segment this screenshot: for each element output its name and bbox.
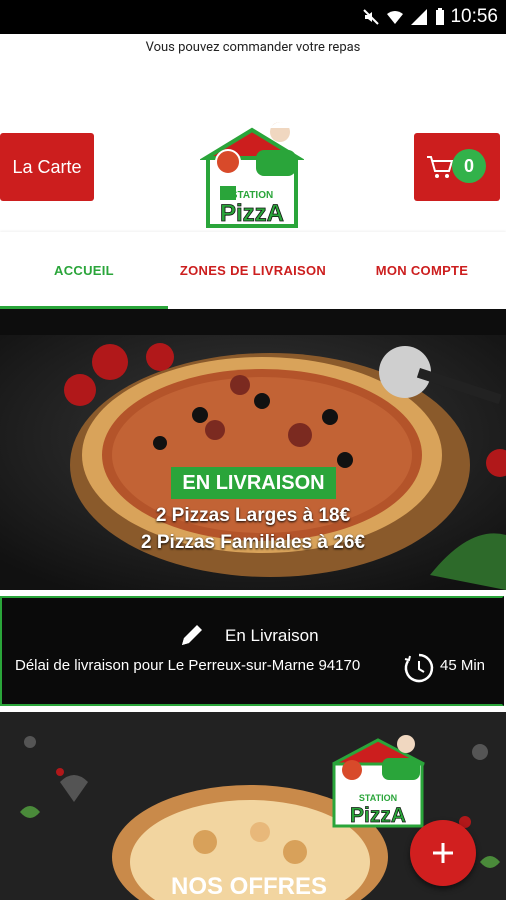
signal-icon bbox=[411, 9, 427, 25]
delivery-mode-title: En Livraison bbox=[225, 626, 319, 645]
cart-count-badge: 0 bbox=[452, 149, 486, 183]
cart-icon bbox=[427, 156, 454, 178]
status-bar: 10:56 bbox=[0, 0, 506, 34]
logo-pizza-text: PizzA bbox=[220, 200, 284, 227]
station-pizza-logo: STATION PizzA bbox=[198, 118, 306, 230]
banner-top-strip bbox=[0, 309, 506, 335]
delivery-promo-pill: EN LIVRAISON bbox=[171, 467, 336, 499]
offers-title: NOS OFFRES bbox=[171, 873, 328, 900]
status-icons bbox=[362, 8, 446, 26]
offers-logo-pizza-text: PizzA bbox=[350, 804, 406, 827]
wifi-icon bbox=[387, 11, 403, 24]
add-fab-button[interactable] bbox=[410, 820, 476, 886]
offers-logo-station-text: STATION bbox=[359, 793, 397, 803]
menu-card-button[interactable]: La Carte bbox=[0, 133, 94, 201]
tab-mon-compte[interactable]: MON COMPTE bbox=[338, 232, 506, 308]
clock: 10:56 bbox=[450, 6, 498, 27]
delivery-duration: 45 Min bbox=[440, 657, 486, 674]
promo-line-family: 2 Pizzas Familiales à 26€ bbox=[141, 532, 365, 553]
delivery-info-panel[interactable] bbox=[0, 596, 504, 706]
tab-accueil[interactable]: ACCUEIL bbox=[0, 232, 168, 308]
promo-line-large: 2 Pizzas Larges à 18€ bbox=[155, 505, 351, 526]
timer-icon bbox=[404, 653, 434, 683]
mute-icon bbox=[363, 9, 379, 25]
plus-icon bbox=[433, 843, 453, 863]
pencil-icon bbox=[182, 625, 202, 645]
info-marquee: Vous pouvez commander votre repas bbox=[145, 40, 361, 55]
battery-icon bbox=[436, 8, 444, 25]
tab-zones-de-livraison[interactable]: ZONES DE LIVRAISON bbox=[168, 232, 338, 308]
tab-bar: ACCUEIL ZONES DE LIVRAISON MON COMPTE bbox=[0, 232, 506, 308]
delivery-delay-text: Délai de livraison pour Le Perreux-sur-M… bbox=[15, 657, 361, 674]
cart-button[interactable]: 0 bbox=[414, 133, 500, 201]
